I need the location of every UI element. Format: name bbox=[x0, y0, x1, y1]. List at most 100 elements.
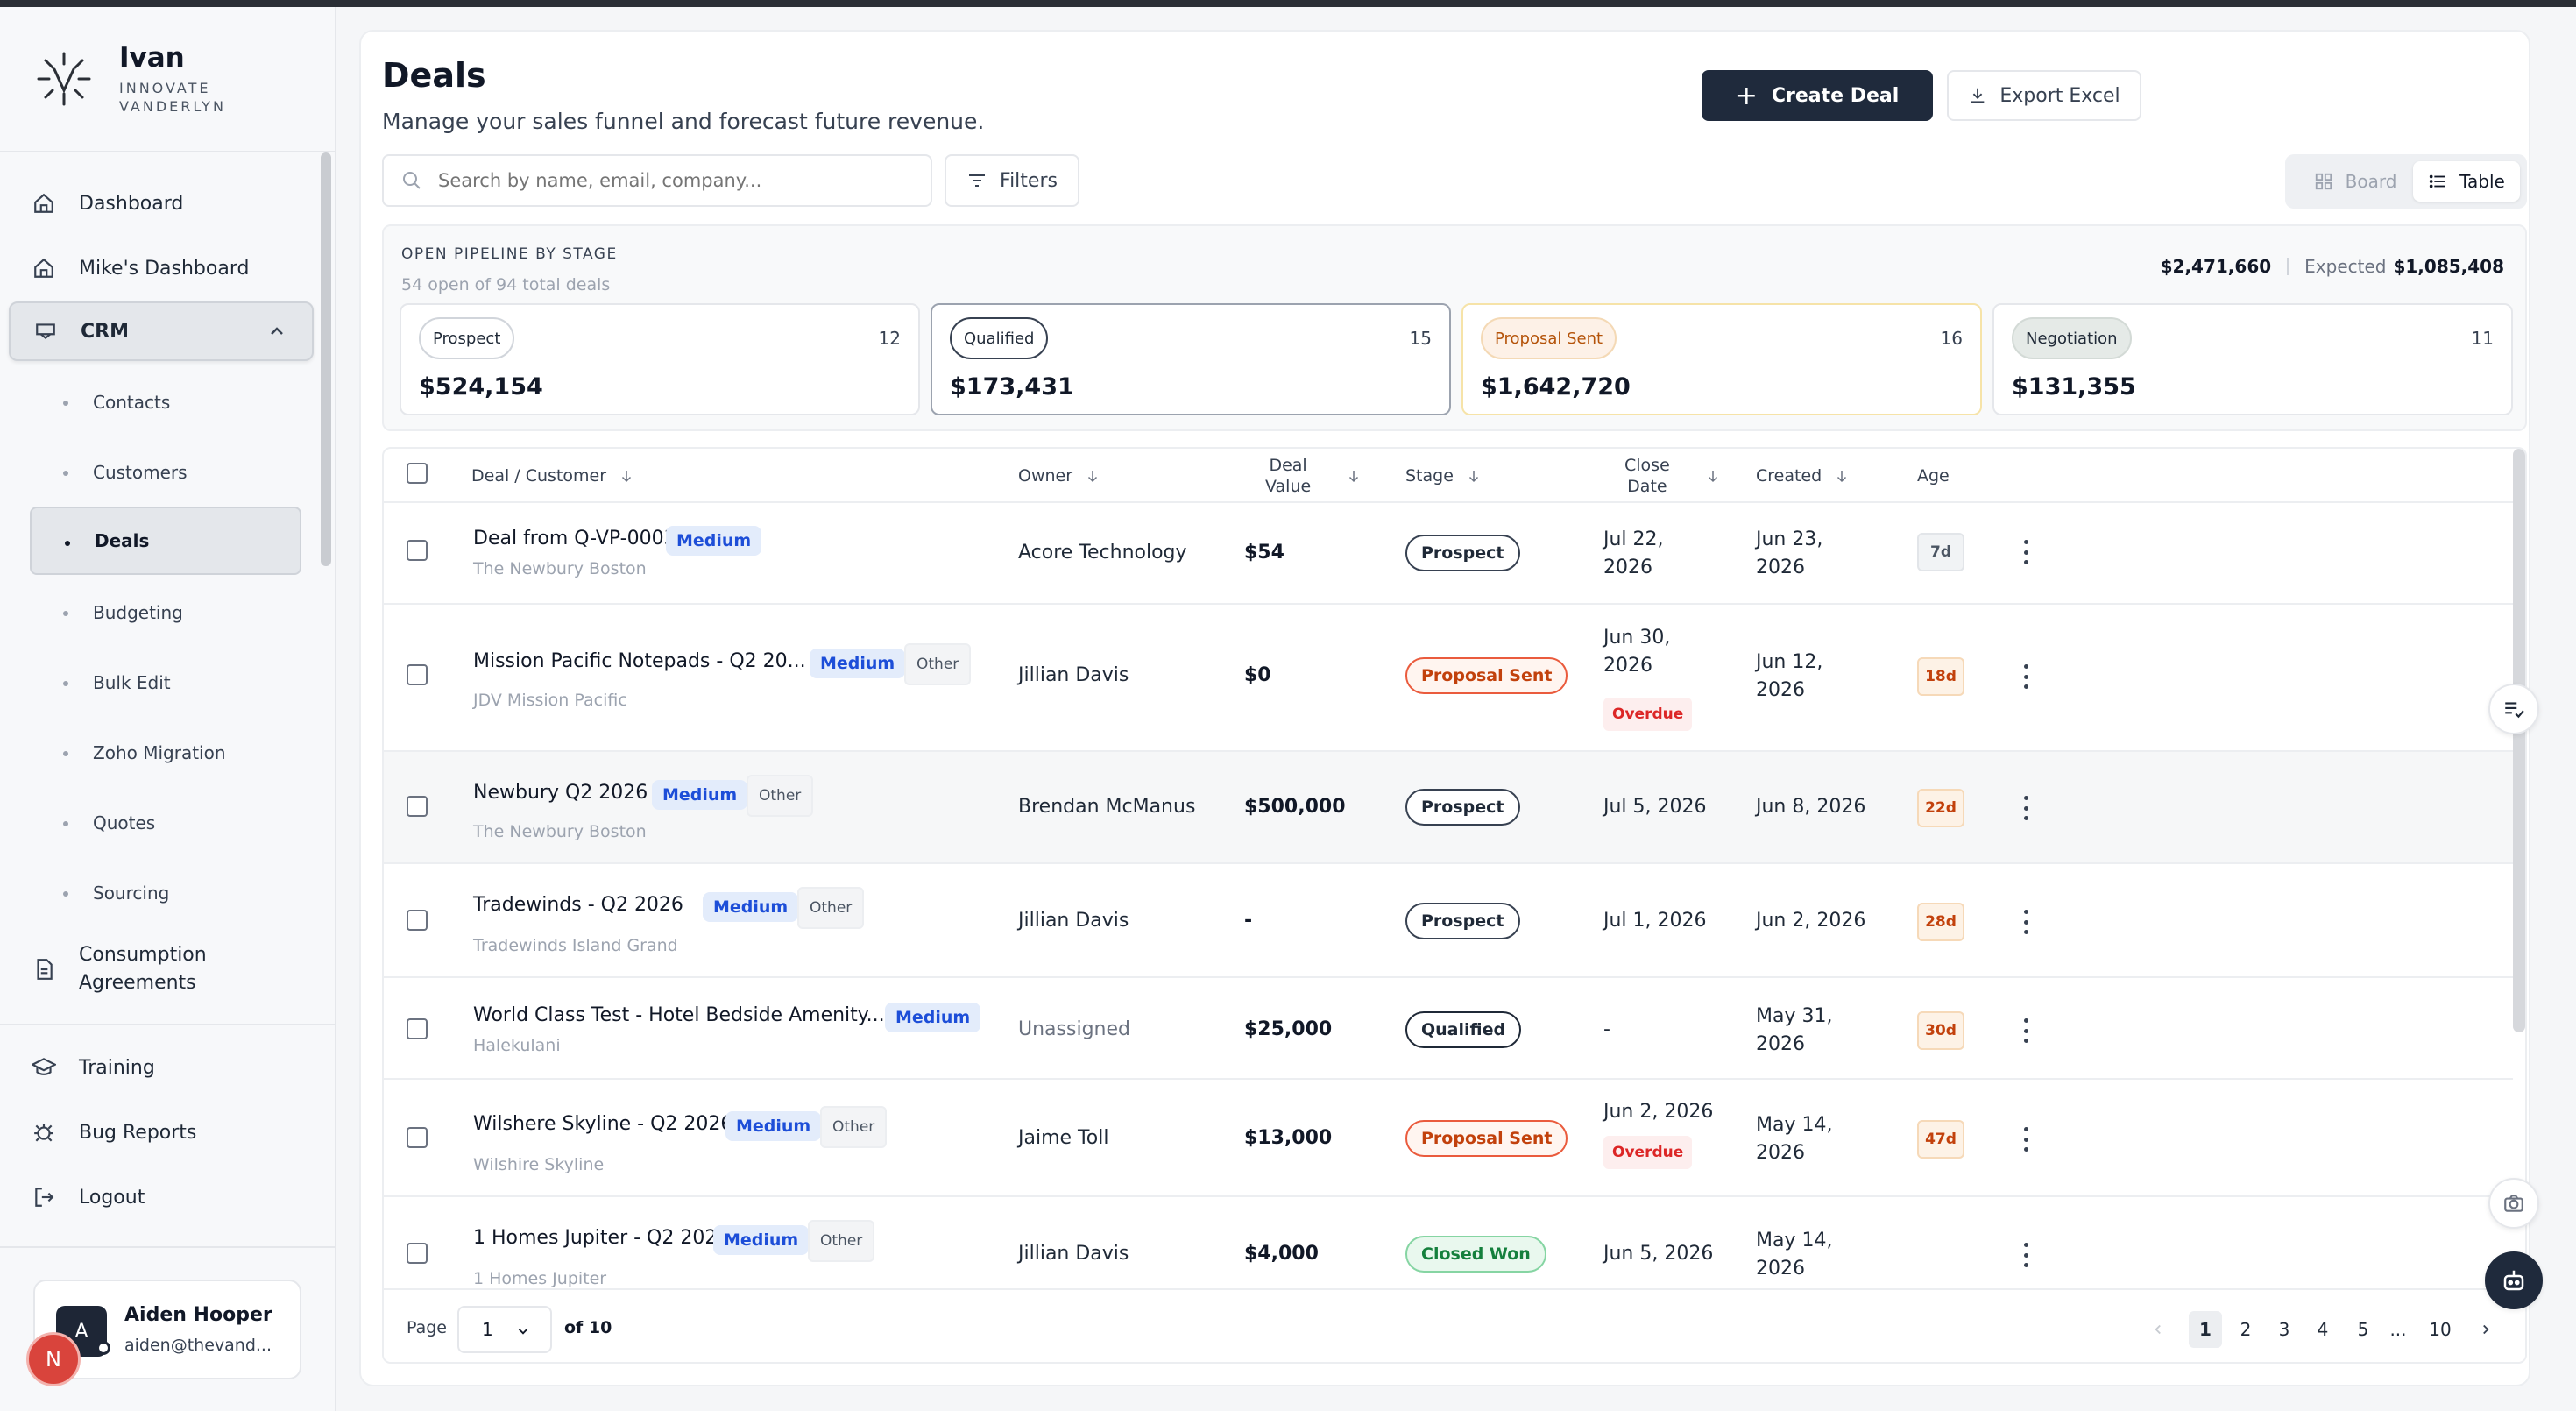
row-menu-icon[interactable] bbox=[2017, 1127, 2035, 1152]
pagination-bar: Page 1 of 10 1 2 3 4 5 ... 10 bbox=[384, 1288, 2525, 1362]
row-menu-icon[interactable] bbox=[2017, 910, 2035, 934]
stage-card-qualified[interactable]: Qualified 15 $173,431 bbox=[931, 303, 1451, 415]
sidebar-item-crm[interactable]: CRM bbox=[9, 301, 314, 361]
deal-name[interactable]: Mission Pacific Notepads - Q2 20... bbox=[473, 650, 806, 672]
stage-card-negotiation[interactable]: Negotiation 11 $131,355 bbox=[1992, 303, 2513, 415]
deal-customer: Wilshire Skyline bbox=[473, 1155, 605, 1174]
sidebar-sub-budgeting[interactable]: Budgeting bbox=[30, 578, 301, 647]
sidebar-item-dashboard[interactable]: Dashboard bbox=[9, 174, 314, 233]
row-menu-icon[interactable] bbox=[2017, 1243, 2035, 1267]
select-all-checkbox[interactable] bbox=[407, 463, 428, 484]
table-row[interactable]: Newbury Q2 2026 Medium Other The Newbury… bbox=[384, 752, 2513, 864]
sidebar-sub-zoho-migration[interactable]: Zoho Migration bbox=[30, 719, 301, 787]
next-page-button[interactable] bbox=[2469, 1311, 2502, 1348]
tag-badge: Other bbox=[808, 1220, 875, 1262]
page-button-3[interactable]: 3 bbox=[2268, 1311, 2301, 1348]
table-row[interactable]: Wilshere Skyline - Q2 2026 Medium Other … bbox=[384, 1080, 2513, 1197]
sidebar-item-bug-reports[interactable]: Bug Reports bbox=[9, 1103, 314, 1162]
download-icon bbox=[1971, 88, 1985, 103]
sidebar-sub-customers[interactable]: Customers bbox=[30, 438, 301, 507]
page-ellipsis: ... bbox=[2389, 1319, 2407, 1340]
stage-tag: Closed Won bbox=[1405, 1236, 1546, 1273]
create-deal-button[interactable]: + Create Deal bbox=[1702, 70, 1933, 121]
row-menu-icon[interactable] bbox=[2017, 664, 2035, 689]
deal-value: $500,000 bbox=[1244, 796, 1346, 818]
header-created[interactable]: Created bbox=[1756, 449, 1850, 503]
row-checkbox[interactable] bbox=[407, 1018, 428, 1039]
page-button-10[interactable]: 10 bbox=[2424, 1311, 2457, 1348]
prev-page-button[interactable] bbox=[2141, 1311, 2175, 1348]
deal-name[interactable]: Deal from Q-VP-0003 bbox=[473, 528, 676, 550]
header-owner[interactable]: Owner bbox=[1018, 449, 1100, 503]
stage-count: 15 bbox=[1409, 328, 1432, 349]
priority-badge: Medium bbox=[652, 780, 748, 810]
table-row[interactable]: Tradewinds - Q2 2026 Medium Other Tradew… bbox=[384, 864, 2513, 978]
stage-card-prospect[interactable]: Prospect 12 $524,154 bbox=[400, 303, 920, 415]
page-button-2[interactable]: 2 bbox=[2229, 1311, 2262, 1348]
screenshot-fab[interactable] bbox=[2488, 1178, 2539, 1229]
deal-customer: Tradewinds Island Grand bbox=[473, 936, 678, 955]
row-checkbox[interactable] bbox=[407, 910, 428, 931]
page-button-1[interactable]: 1 bbox=[2189, 1311, 2222, 1348]
sidebar-scrollbar[interactable] bbox=[321, 152, 331, 566]
search-input[interactable] bbox=[438, 170, 911, 191]
header-stage[interactable]: Stage bbox=[1405, 449, 1482, 503]
view-board-button[interactable]: Board bbox=[2297, 161, 2413, 202]
deal-name[interactable]: Newbury Q2 2026 bbox=[473, 782, 648, 804]
stage-amount: $173,431 bbox=[950, 373, 1074, 401]
deal-name[interactable]: Wilshere Skyline - Q2 2026 bbox=[473, 1113, 732, 1135]
tag-badge: Other bbox=[747, 775, 814, 817]
robot-icon bbox=[2503, 1270, 2524, 1291]
sidebar-sub-sourcing[interactable]: Sourcing bbox=[30, 859, 301, 927]
sidebar-sub-bulk-edit[interactable]: Bulk Edit bbox=[30, 649, 301, 717]
stage-amount: $1,642,720 bbox=[1481, 373, 1631, 401]
sidebar-sub-contacts[interactable]: Contacts bbox=[30, 368, 301, 436]
header-deal-value[interactable]: Deal Value bbox=[1265, 449, 1362, 503]
sidebar-item-label: Mike's Dashboard bbox=[79, 257, 250, 280]
sidebar-item-training[interactable]: Training bbox=[9, 1038, 314, 1097]
chevron-up-icon[interactable] bbox=[266, 321, 287, 342]
export-excel-button[interactable]: Export Excel bbox=[1947, 70, 2141, 121]
checklist-fab[interactable] bbox=[2488, 684, 2539, 734]
header-close-date[interactable]: Close Date bbox=[1624, 449, 1721, 503]
sort-arrow-icon bbox=[621, 471, 632, 483]
sidebar-sub-deals[interactable]: Deals bbox=[30, 507, 301, 575]
view-table-button[interactable]: Table bbox=[2413, 161, 2520, 202]
page-button-4[interactable]: 4 bbox=[2306, 1311, 2339, 1348]
filters-button[interactable]: Filters bbox=[945, 154, 1079, 207]
row-checkbox[interactable] bbox=[407, 796, 428, 817]
table-scrollbar[interactable] bbox=[2513, 449, 2525, 1032]
deals-table: Deal / Customer Owner Deal Value Stage Cl… bbox=[382, 447, 2527, 1364]
stage-card-proposal-sent[interactable]: Proposal Sent 16 $1,642,720 bbox=[1461, 303, 1982, 415]
priority-badge: Medium bbox=[810, 649, 906, 678]
row-menu-icon[interactable] bbox=[2017, 1018, 2035, 1043]
row-menu-icon[interactable] bbox=[2017, 796, 2035, 820]
sidebar-item-logout[interactable]: Logout bbox=[9, 1167, 314, 1227]
sidebar-sub-quotes[interactable]: Quotes bbox=[30, 789, 301, 857]
page-button-5[interactable]: 5 bbox=[2346, 1311, 2380, 1348]
search-box[interactable] bbox=[382, 154, 932, 207]
header-deal[interactable]: Deal / Customer bbox=[471, 449, 634, 503]
close-date: Jun 5, 2026 bbox=[1603, 1243, 1714, 1265]
row-checkbox[interactable] bbox=[407, 1243, 428, 1264]
assistant-fab[interactable] bbox=[2485, 1251, 2543, 1309]
table-row[interactable]: World Class Test - Hotel Bedside Amenity… bbox=[384, 978, 2513, 1080]
row-menu-icon[interactable] bbox=[2017, 540, 2035, 564]
table-row[interactable]: Deal from Q-VP-0003 Medium The Newbury B… bbox=[384, 503, 2513, 605]
row-checkbox[interactable] bbox=[407, 540, 428, 561]
notification-avatar[interactable]: N bbox=[26, 1332, 81, 1386]
row-checkbox[interactable] bbox=[407, 1127, 428, 1148]
home-icon bbox=[32, 191, 56, 216]
stage-tag: Prospect bbox=[1405, 789, 1520, 826]
sidebar-item-label: Consumption Agreements bbox=[79, 944, 207, 994]
row-checkbox[interactable] bbox=[407, 664, 428, 685]
sidebar-item-consumption-agreements[interactable]: Consumption Agreements bbox=[9, 934, 314, 1004]
table-row[interactable]: 1 Homes Jupiter - Q2 2026 Medium Other 1… bbox=[384, 1197, 2513, 1288]
page-select[interactable]: 1 bbox=[457, 1306, 552, 1353]
deal-name[interactable]: Tradewinds - Q2 2026 bbox=[473, 894, 683, 916]
brand[interactable]: Ivan INNOVATE VANDERLYN bbox=[0, 7, 335, 152]
deal-name[interactable]: 1 Homes Jupiter - Q2 2026 bbox=[473, 1227, 729, 1249]
deal-name[interactable]: World Class Test - Hotel Bedside Amenity… bbox=[473, 1004, 885, 1026]
table-row[interactable]: Mission Pacific Notepads - Q2 20... Medi… bbox=[384, 605, 2513, 752]
sidebar-item-mikes-dashboard[interactable]: Mike's Dashboard bbox=[9, 238, 314, 298]
